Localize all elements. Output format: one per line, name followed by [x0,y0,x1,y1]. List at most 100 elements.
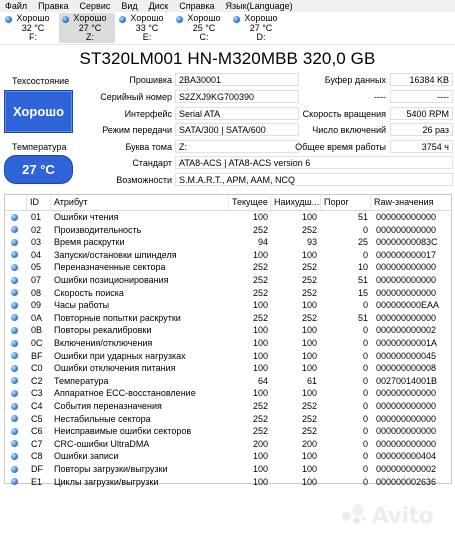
cell-threshold: 0 [362,438,368,449]
status-dot-icon [11,478,18,486]
status-dot-icon [233,16,240,23]
table-row[interactable]: 09 Часы работы 100 100 0 000000000EAA [5,299,451,312]
cell-raw: 000000000000 [376,275,437,285]
menu-help[interactable]: Справка [174,0,220,12]
cell-threshold: 0 [362,224,368,235]
table-row[interactable]: C3 Аппаратное ECC-восстановление 100 100 0 00… [5,387,451,400]
status-dot-icon [119,16,126,23]
cell-id: 0A [31,312,43,323]
cell-threshold: 15 [357,287,368,298]
cell-worst: 252 [301,426,317,437]
menu-view[interactable]: Вид [116,0,143,12]
cell-raw: 000000000008 [376,363,437,374]
cell-worst: 252 [301,224,317,235]
menu-bar: Файл Правка Сервис Вид Диск Справка Язык… [0,0,455,12]
cell-id: 03 [31,237,42,248]
health-status-button[interactable]: Хорошо [4,90,73,133]
header-threshold[interactable]: Порог [321,195,371,210]
cell-current: 252 [252,287,268,298]
health-label: Техсостояние [12,76,70,86]
table-row[interactable]: 03 Время раскрутки 94 93 25 00000000083C [5,236,451,249]
cell-raw: 000000000000 [376,262,437,273]
cell-raw: 000000000404 [376,451,437,462]
cell-raw: 000000000000 [376,438,437,449]
cell-id: 09 [31,300,42,311]
cell-threshold: 51 [357,212,368,222]
table-row[interactable]: C6 Неисправимые ошибки секторов 252 252 0 000… [5,425,451,438]
cell-current: 100 [252,388,268,399]
table-row[interactable]: C5 Нестабильные сектора 252 252 0 00000000000… [5,413,451,426]
drive-e[interactable]: Хорошо 33 °C E: [116,13,172,43]
cell-worst: 100 [301,388,317,399]
drive-letter: Z: [86,32,94,42]
cell-worst: 100 [301,350,317,361]
menu-file[interactable]: Файл [0,0,33,12]
blank-label: ---- [374,92,386,102]
table-row[interactable]: 0B Повторы рекалибровки 100 100 0 00000000000… [5,324,451,337]
table-row[interactable]: 02 Производительность 252 252 0 000000000000 [5,224,451,237]
cell-raw: 000000000000 [376,401,437,411]
cell-worst: 100 [301,338,317,348]
menu-language[interactable]: Язык(Language) [221,0,299,12]
header-worst[interactable]: Наихудш... [271,195,321,210]
header-current[interactable]: Текущее [229,195,271,210]
cell-threshold: 0 [362,413,368,424]
table-row[interactable]: 01 Ошибки чтения 100 100 51 000000000000 [5,211,451,224]
header-id[interactable]: ID [27,195,51,210]
header-raw[interactable]: Raw-значения [371,195,451,210]
drive-d[interactable]: Хорошо 27 °C D: [230,13,286,43]
cell-worst: 100 [301,476,317,487]
status-dot-icon [11,238,18,246]
cell-id: BF [31,350,43,361]
table-row[interactable]: C4 События переназначения 252 252 0 000000000… [5,400,451,413]
drive-z[interactable]: Хорошо 27 °C Z: [59,13,115,43]
cell-current: 100 [252,300,268,311]
table-row[interactable]: 07 Ошибки позиционирования 252 252 51 0000000… [5,274,451,287]
table-row[interactable]: BF Ошибки при ударных нагрузках 100 100 0 000… [5,350,451,363]
menu-edit[interactable]: Правка [33,0,74,12]
status-dot-icon [11,289,18,297]
volume-label: Буква тома [125,142,172,152]
table-row[interactable]: C0 Ошибки отключения питания 100 100 0 000000… [5,362,451,375]
avito-text: Avito [372,504,434,529]
table-row[interactable]: 04 Запуски/остановки шпинделя 100 100 0 00000… [5,249,451,262]
menu-disk[interactable]: Диск [144,0,175,12]
table-row[interactable]: 0A Повторные попытки раскрутки 252 252 51 000… [5,312,451,325]
status-dot-icon [11,326,18,334]
avito-logo-icon [342,504,368,526]
cell-current: 100 [252,212,268,222]
header-status[interactable] [5,195,27,210]
cell-worst: 100 [301,363,317,374]
table-row[interactable]: C7 CRC-ошибки UltraDMA 200 200 0 000000000000 [5,438,451,451]
cell-attribute: Циклы загрузки/выгрузки [54,476,159,487]
status-dot-icon [11,339,18,347]
cell-raw: 000000000000 [376,224,437,235]
cell-attribute: Ошибки отключения питания [54,363,176,374]
cell-attribute: Ошибки при ударных нагрузках [54,350,186,361]
table-row[interactable]: 0C Включения/отключения 100 100 0 00000000001… [5,337,451,350]
status-dot-icon [11,213,18,221]
cell-threshold: 10 [357,262,368,273]
cell-id: 0B [31,325,43,336]
smart-table[interactable]: ID Атрибут Текущее Наихудш... Порог Raw-… [4,194,452,487]
table-row[interactable]: 05 Переназначенные сектора 252 252 10 0000000… [5,261,451,274]
table-row[interactable]: C8 Ошибки записи 100 100 0 000000000404 [5,450,451,463]
cell-attribute: Повторы загрузки/выгрузки [54,464,168,474]
cell-id: C5 [31,413,43,424]
cell-raw: 000000000017 [376,249,437,260]
cell-id: 08 [31,287,42,298]
cell-raw: 000000000000 [376,312,437,323]
cell-worst: 100 [301,249,317,260]
table-row[interactable]: C2 Температура 64 61 0 00270014001B [5,375,451,388]
drive-c[interactable]: Хорошо 25 °C C: [173,13,229,43]
menu-service[interactable]: Сервис [75,0,117,12]
cell-attribute: Нестабильные сектора [54,413,151,424]
table-row[interactable]: E1 Циклы загрузки/выгрузки 100 100 0 00000000… [5,476,451,489]
header-attribute[interactable]: Атрибут [51,195,229,210]
blank-value: ---- [390,90,453,103]
table-row[interactable]: 08 Скорость поиска 252 252 15 000000000000 [5,287,451,300]
status-dot-icon [11,452,18,460]
table-row[interactable]: DF Повторы загрузки/выгрузки 100 100 0 000000… [5,463,451,476]
drive-f[interactable]: Хорошо 32 °C F: [2,13,58,43]
cell-raw: 000000000002 [376,325,437,336]
